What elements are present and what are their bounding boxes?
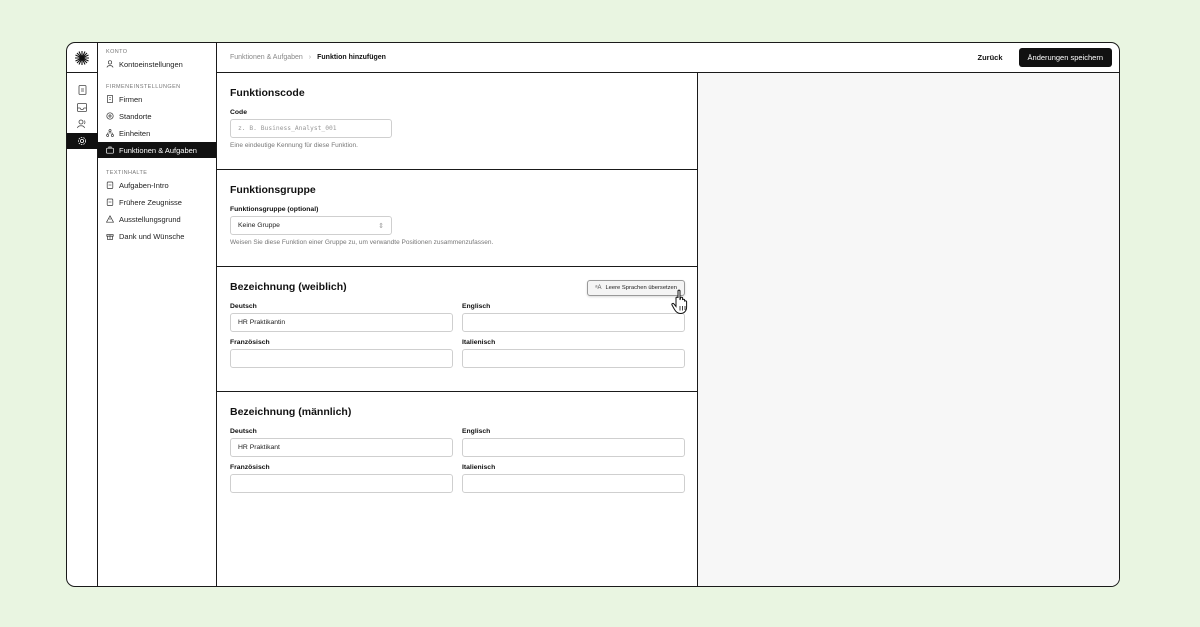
sidebar-item-companies[interactable]: Firmen — [98, 91, 216, 107]
sidebar-item-account-settings[interactable]: Kontoeinstellungen — [98, 56, 216, 72]
section-heading-company: FIRMENEINSTELLUNGEN — [106, 84, 181, 90]
building-icon — [107, 95, 113, 103]
english-label: Englisch — [462, 428, 491, 435]
card-title: Bezeichnung (männlich) — [230, 406, 352, 418]
sidebar-item-label: Einheiten — [119, 128, 151, 138]
user-icon — [106, 60, 114, 68]
clipboard-icon — [106, 181, 114, 189]
card-title: Funktionsgruppe — [230, 184, 316, 196]
sidebar-item-functions[interactable]: Funktionen & Aufgaben — [98, 142, 216, 158]
german-label: Deutsch — [230, 428, 257, 435]
sidebar-item-label: Dank und Wünsche — [119, 231, 185, 241]
sidebar-item-label: Standorte — [119, 111, 152, 121]
function-group-card: Funktionsgruppe Funktionsgruppe (optiona… — [217, 170, 697, 267]
chevron-up-down-icon: ⇕ — [378, 222, 384, 230]
group-select-value: Keine Gruppe — [238, 222, 280, 229]
section-heading-account: KONTO — [106, 49, 128, 55]
sidebar-item-units[interactable]: Einheiten — [98, 125, 216, 141]
sidebar-item-issue-reason[interactable]: Ausstellungsgrund — [98, 211, 216, 227]
sidebar-item-locations[interactable]: Standorte — [98, 108, 216, 124]
italian-input[interactable] — [462, 349, 685, 368]
french-label: Französisch — [230, 339, 270, 346]
location-icon — [106, 112, 114, 120]
app-window: KONTO Kontoeinstellungen FIRMENEINSTELLU… — [66, 42, 1120, 587]
function-form: Funktionscode Code z. B. Business_Analys… — [217, 73, 698, 586]
language-grid: Deutsch HR Praktikant Englisch Französis… — [230, 428, 685, 493]
settings-sidebar: KONTO Kontoeinstellungen FIRMENEINSTELLU… — [98, 43, 217, 586]
english-input[interactable] — [462, 313, 685, 332]
settings-icon[interactable] — [67, 133, 98, 149]
sidebar-item-label: Firmen — [119, 94, 143, 104]
clipboard-icon — [106, 198, 114, 206]
german-input[interactable]: HR Praktikantin — [230, 313, 453, 332]
code-hint: Eine eindeutige Kennung für diese Funkti… — [230, 142, 358, 149]
gift-icon — [106, 234, 114, 240]
translate-button-label: Leere Sprachen übersetzen — [605, 285, 677, 291]
italian-label: Italienisch — [462, 464, 496, 471]
topbar: Funktionen & Aufgaben › Funktion hinzufü… — [217, 43, 1119, 73]
sidebar-item-label: Funktionen & Aufgaben — [119, 145, 197, 155]
main-area: Funktionen & Aufgaben › Funktion hinzufü… — [217, 43, 1119, 586]
preview-panel — [698, 73, 1119, 586]
org-chart-icon — [106, 129, 114, 137]
section-heading-content: TEXTINHALTE — [106, 170, 148, 176]
german-input[interactable]: HR Praktikant — [230, 438, 453, 457]
english-label: Englisch — [462, 303, 491, 310]
card-title: Funktionscode — [230, 87, 305, 99]
breadcrumb-parent[interactable]: Funktionen & Aufgaben — [230, 54, 303, 61]
inbox-icon[interactable] — [67, 99, 98, 115]
sidebar-item-thanks-wishes[interactable]: Dank und Wünsche — [98, 228, 216, 244]
warning-icon — [106, 215, 114, 223]
save-changes-button[interactable]: Änderungen speichern — [1018, 48, 1112, 67]
sidebar-item-label: Aufgaben-Intro — [119, 180, 169, 190]
language-grid: Deutsch HR Praktikantin Englisch Französ… — [230, 303, 685, 368]
italian-input[interactable] — [462, 474, 685, 493]
french-label: Französisch — [230, 464, 270, 471]
function-code-card: Funktionscode Code z. B. Business_Analys… — [217, 73, 697, 170]
group-label: Funktionsgruppe (optional) — [230, 206, 319, 213]
breadcrumb-current: Funktion hinzufügen — [317, 54, 386, 61]
english-input[interactable] — [462, 438, 685, 457]
icon-rail — [67, 43, 98, 586]
code-label: Code — [230, 109, 247, 116]
document-icon[interactable] — [67, 82, 98, 98]
back-button[interactable]: Zurück — [978, 53, 1003, 62]
german-label: Deutsch — [230, 303, 257, 310]
sidebar-item-task-intro[interactable]: Aufgaben-Intro — [98, 177, 216, 193]
group-select[interactable]: Keine Gruppe ⇕ — [230, 216, 392, 235]
sidebar-item-label: Frühere Zeugnisse — [119, 197, 182, 207]
title-male-card: Bezeichnung (männlich) Deutsch HR Prakti… — [217, 392, 697, 503]
chevron-right-icon: › — [308, 54, 312, 61]
title-female-card: Bezeichnung (weiblich) ᵃA Leere Sprachen… — [217, 267, 697, 392]
translate-icon: ᵃA — [595, 285, 602, 291]
french-input[interactable] — [230, 349, 453, 368]
sidebar-item-label: Kontoeinstellungen — [119, 59, 183, 69]
italian-label: Italienisch — [462, 339, 496, 346]
hand-cursor-icon — [671, 289, 688, 315]
logo-icon[interactable] — [67, 43, 98, 73]
group-hint: Weisen Sie diese Funktion einer Gruppe z… — [230, 239, 494, 246]
briefcase-icon — [106, 146, 114, 154]
content-area: Funktionscode Code z. B. Business_Analys… — [217, 73, 1119, 586]
sidebar-item-previous-references[interactable]: Frühere Zeugnisse — [98, 194, 216, 210]
code-input[interactable]: z. B. Business_Analyst_001 — [230, 119, 392, 138]
users-icon[interactable] — [67, 116, 98, 132]
sidebar-item-label: Ausstellungsgrund — [119, 214, 181, 224]
french-input[interactable] — [230, 474, 453, 493]
